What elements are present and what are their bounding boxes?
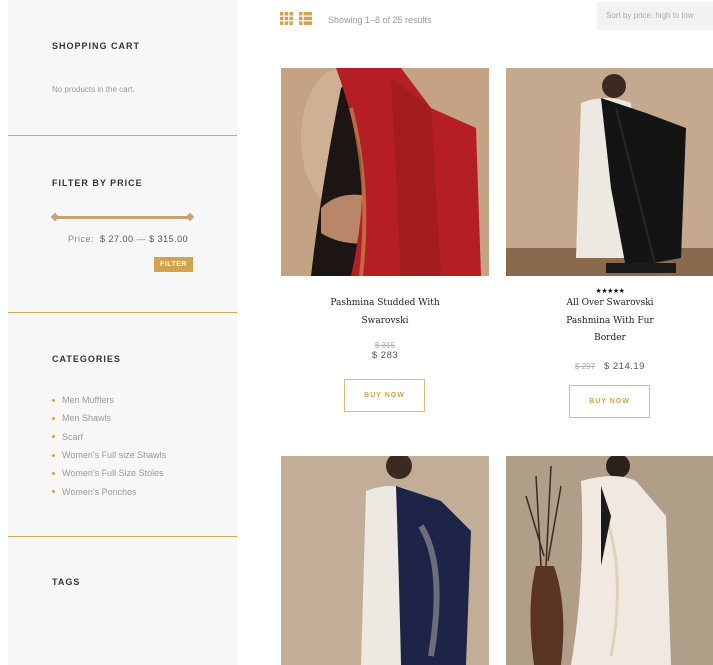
- product-image[interactable]: [281, 68, 489, 276]
- price-filter-title: FILTER BY PRICE: [52, 178, 143, 188]
- product-card: [281, 456, 489, 665]
- category-link[interactable]: Men Mufflers: [52, 391, 166, 409]
- product-price: $ 297 $ 214.19: [506, 356, 713, 374]
- price-max: $ 315.00: [149, 234, 189, 244]
- category-link[interactable]: Men Shawls: [52, 409, 166, 427]
- product-title[interactable]: All Over Swarovski Pashmina With Fur Borde…: [506, 295, 713, 348]
- grid-view-icon[interactable]: [280, 12, 293, 25]
- price-slider-track[interactable]: [54, 216, 191, 219]
- old-price: $ 297: [575, 362, 596, 371]
- divider: [8, 135, 237, 136]
- buy-now-button[interactable]: BUY NOW: [344, 379, 425, 412]
- sale-price: $ 283: [371, 350, 399, 361]
- category-list: Men Mufflers Men Shawls Scarf Women's Fu…: [52, 391, 166, 501]
- cart-widget-title: SHOPPING CART: [52, 41, 141, 51]
- category-link[interactable]: Scarf: [52, 428, 166, 446]
- rating-stars: ★★★★★: [595, 288, 625, 295]
- result-count: Showing 1–8 of 25 results: [328, 15, 432, 25]
- categories-title: CATEGORIES: [52, 354, 121, 364]
- list-view-icon[interactable]: [299, 12, 312, 25]
- product-price: $ 315 $ 283: [281, 341, 489, 361]
- filter-button[interactable]: FILTER: [154, 257, 193, 272]
- category-link[interactable]: Women's Full Size Stoles: [52, 464, 166, 482]
- sort-select[interactable]: Sort by price: high to low: [597, 2, 713, 30]
- tags-title: TAGS: [52, 577, 81, 587]
- sale-price: $ 214.19: [603, 361, 645, 372]
- bullet-icon: [52, 490, 55, 494]
- sidebar: SHOPPING CART No products in the cart. F…: [8, 0, 237, 665]
- price-range-text: Price: $ 27.00 — $ 315.00: [68, 234, 188, 244]
- buy-now-button[interactable]: BUY NOW: [569, 385, 650, 418]
- product-image[interactable]: [506, 456, 713, 665]
- product-card: ★★★★★ All Over Swarovski Pashmina With Fu…: [506, 68, 713, 423]
- price-separator: —: [136, 234, 147, 244]
- price-slider-max-handle[interactable]: [185, 212, 195, 222]
- cart-empty-text: No products in the cart.: [52, 85, 135, 94]
- price-slider-min-handle[interactable]: [50, 212, 60, 222]
- product-card: Pashmina Studded With Swarovski $ 315 $ 2…: [281, 68, 489, 418]
- divider: [8, 536, 237, 537]
- bullet-icon: [52, 416, 55, 420]
- product-image[interactable]: [506, 68, 713, 276]
- bullet-icon: [52, 453, 55, 457]
- product-title[interactable]: Pashmina Studded With Swarovski: [281, 295, 489, 330]
- divider: [8, 312, 237, 313]
- bullet-icon: [52, 435, 55, 439]
- product-image[interactable]: [281, 456, 489, 665]
- bullet-icon: [52, 471, 55, 475]
- price-label: Price:: [68, 234, 95, 244]
- bullet-icon: [52, 398, 55, 402]
- price-min: $ 27.00: [100, 234, 134, 244]
- category-link[interactable]: Women's Ponchos: [52, 482, 166, 500]
- category-link[interactable]: Women's Full size Shawls: [52, 446, 166, 464]
- product-card: [506, 456, 713, 665]
